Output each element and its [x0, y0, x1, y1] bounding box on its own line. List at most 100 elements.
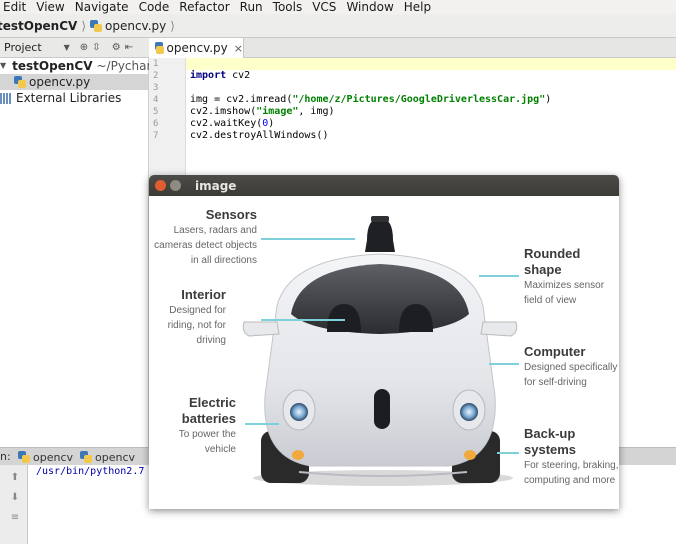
- annotation-text: vehicle: [204, 444, 236, 455]
- python-file-icon: [90, 19, 103, 32]
- code-text: , img): [298, 106, 335, 117]
- minimize-icon[interactable]: [170, 180, 181, 191]
- annotation-text: For steering, braking,: [524, 460, 619, 471]
- code-line[interactable]: cv2.destroyAllWindows(): [186, 130, 676, 142]
- left-headlamp: [290, 403, 308, 421]
- code-line[interactable]: [186, 82, 676, 94]
- code-text: cv2.imshow(: [190, 106, 257, 117]
- menu-bar: Edit View Navigate Code Refactor Run Too…: [0, 0, 676, 14]
- annotation-title: Computer: [524, 344, 586, 359]
- editor-tab-label: opencv.py: [166, 41, 228, 55]
- code-line[interactable]: import cv2: [186, 70, 676, 82]
- run-tab-opencv-2[interactable]: opencv: [76, 449, 143, 465]
- annotation-text: driving: [196, 335, 226, 346]
- left-turn-signal: [292, 450, 304, 460]
- menu-window[interactable]: Window: [341, 0, 398, 14]
- line-number: 6: [153, 119, 159, 129]
- tree-item-opencv-py[interactable]: opencv.py: [0, 74, 148, 90]
- panel-tools-icon[interactable]: ⊕⇳ ⚙⇤: [80, 42, 137, 53]
- expand-arrow-icon[interactable]: ▼: [0, 58, 6, 74]
- project-view-selector[interactable]: Project: [4, 41, 42, 54]
- annotation-text: computing and more: [524, 475, 616, 486]
- menu-refactor[interactable]: Refactor: [174, 0, 234, 14]
- arrow-up-icon[interactable]: ⬆: [8, 471, 22, 485]
- code-text: cv2.waitKey(: [190, 118, 263, 129]
- annotation-text: Designed for: [169, 305, 226, 316]
- breadcrumb-file-label: opencv.py: [105, 18, 167, 33]
- menu-view[interactable]: View: [31, 0, 69, 14]
- tab-opencv-py[interactable]: opencv.py ×: [149, 38, 244, 58]
- annotation-title: shape: [524, 262, 562, 277]
- chevron-right-icon: ⟩: [81, 18, 87, 33]
- run-tab-opencv-1[interactable]: opencv: [14, 449, 81, 465]
- leader-line-interior: [261, 319, 345, 321]
- tree-libraries-label: External Libraries: [16, 91, 122, 105]
- annotation-backup-systems: Back-up systems For steering, braking, c…: [524, 426, 619, 488]
- annotation-title: batteries: [181, 411, 236, 426]
- annotation-text: Lasers, radars and: [173, 225, 257, 236]
- annotation-batteries: Electric batteries To power the vehicle: [179, 395, 236, 457]
- python-file-icon: [18, 451, 30, 463]
- tree-file-label: opencv.py: [29, 75, 91, 89]
- run-tab-label: opencv: [33, 450, 74, 464]
- dropdown-arrow-icon[interactable]: ▼: [64, 43, 70, 52]
- code-text: cv2: [226, 70, 251, 81]
- annotation-interior: Interior Designed for riding, not for dr…: [168, 287, 226, 348]
- right-turn-signal: [464, 450, 476, 460]
- annotation-title: Interior: [181, 287, 226, 302]
- lidar-sensor: [365, 218, 395, 252]
- left-mirror: [242, 321, 280, 337]
- soft-wrap-icon[interactable]: ≡: [8, 511, 22, 525]
- menu-code[interactable]: Code: [134, 0, 175, 14]
- project-tree: ▼ testOpenCV ~/PycharmP opencv.py Extern…: [0, 58, 170, 448]
- annotation-title: Electric: [189, 395, 236, 410]
- menu-edit[interactable]: Edit: [0, 0, 31, 14]
- tree-item-external-libraries[interactable]: External Libraries: [0, 90, 148, 106]
- annotation-text: in all directions: [190, 255, 257, 266]
- arrow-down-icon[interactable]: ⬇: [8, 491, 22, 505]
- image-window[interactable]: image Sensors Lasers, radars and cameras…: [149, 175, 619, 509]
- run-tab-label: opencv: [95, 450, 136, 464]
- annotation-text: Maximizes sensor: [524, 280, 605, 291]
- lidar-cap: [371, 216, 389, 222]
- leader-line-shape: [479, 275, 519, 277]
- editor-tab-bar: opencv.py ×: [149, 38, 676, 58]
- code-line[interactable]: img = cv2.imread("/home/z/Pictures/Googl…: [186, 94, 676, 106]
- annotation-title: systems: [524, 442, 577, 457]
- menu-help[interactable]: Help: [399, 0, 436, 14]
- code-line[interactable]: cv2.waitKey(0): [186, 118, 676, 130]
- menu-navigate[interactable]: Navigate: [70, 0, 134, 14]
- tree-item-project-root[interactable]: ▼ testOpenCV ~/PycharmP: [0, 58, 170, 74]
- leader-line-computer: [489, 363, 519, 365]
- line-number: 7: [153, 131, 159, 141]
- annotation-title: Rounded: [524, 246, 581, 261]
- menu-vcs[interactable]: VCS: [307, 0, 341, 14]
- python-file-icon: [155, 42, 164, 54]
- breadcrumb-file[interactable]: opencv.py: [90, 19, 166, 33]
- annotation-computer: Computer Designed specifically for self-…: [524, 344, 617, 390]
- menu-tools[interactable]: Tools: [268, 0, 308, 14]
- menu-run[interactable]: Run: [235, 0, 268, 14]
- string-literal: "image": [256, 106, 299, 117]
- run-toolbar: ⬆ ⬇ ≡: [0, 465, 28, 544]
- annotation-text: riding, not for: [167, 320, 226, 331]
- breadcrumb-project[interactable]: testOpenCV: [0, 19, 77, 33]
- python-file-icon: [80, 451, 92, 463]
- annotation-title: Sensors: [205, 207, 257, 222]
- line-number: 4: [153, 95, 159, 105]
- annotation-text: for self-driving: [524, 377, 587, 388]
- annotation-text: To power the: [178, 429, 236, 440]
- right-headlamp: [460, 403, 478, 421]
- code-text: cv2.destroyAllWindows(): [190, 130, 329, 141]
- line-number: 2: [153, 71, 159, 81]
- close-icon[interactable]: [155, 180, 166, 191]
- code-line[interactable]: cv2.imshow("image", img): [186, 106, 676, 118]
- breadcrumb: testOpenCV ⟩ opencv.py ⟩: [0, 14, 676, 38]
- close-icon[interactable]: ×: [234, 42, 243, 55]
- window-title-bar[interactable]: image: [149, 175, 619, 196]
- code-text: ): [268, 118, 275, 129]
- annotation-rounded-shape: Rounded shape Maximizes sensor field of …: [524, 246, 604, 308]
- code-text: img = cv2.imread(: [190, 94, 293, 105]
- code-line[interactable]: [186, 58, 676, 70]
- project-panel-header: Project ▼ ⊕⇳ ⚙⇤: [0, 38, 149, 58]
